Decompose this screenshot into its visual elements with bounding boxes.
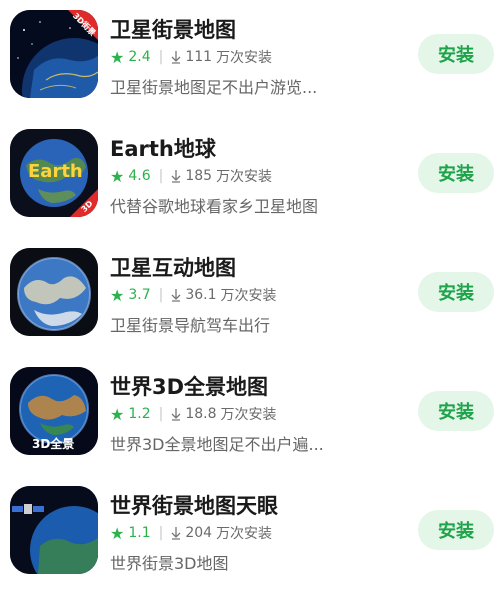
app-description: 世界街景3D地图 [110, 554, 229, 573]
install-button[interactable]: 安装 [418, 510, 494, 550]
app-meta: ★ 1.2 | 18.8 万次安装 [110, 404, 277, 424]
download-icon [171, 50, 181, 64]
downloads-unit: 万次安装 [216, 50, 273, 66]
app-downloads: 36.1 [185, 287, 217, 303]
downloads-unit: 万次安装 [220, 407, 277, 423]
app-description: 代替谷歌地球看家乡卫星地图 [110, 197, 319, 216]
star-icon: ★ [110, 166, 125, 186]
app-row[interactable]: 3D街景 卫星街景地图 ★ 2.4 | 111 万次安装 卫星街景地图足不出户游… [0, 0, 500, 118]
star-icon: ★ [110, 47, 125, 67]
app-rating: 1.1 [128, 525, 151, 541]
install-button[interactable]: 安装 [418, 391, 494, 431]
app-row[interactable]: 卫星互动地图 ★ 3.7 | 36.1 万次安装 卫星街景导航驾车出行 安装 [0, 238, 500, 356]
divider: | [158, 525, 164, 541]
app-name[interactable]: 卫星互动地图 [110, 252, 236, 282]
icon-text: Earth [28, 161, 83, 182]
app-row[interactable]: 世界街景地图天眼 ★ 1.1 | 204 万次安装 世界街景3D地图 安装 [0, 476, 500, 594]
install-button[interactable]: 安装 [418, 272, 494, 312]
earth-3d-globe-icon[interactable]: 3D全景 [10, 367, 98, 455]
download-icon [171, 169, 181, 183]
install-button[interactable]: 安装 [418, 34, 494, 74]
icon-text: 3D全景 [32, 437, 75, 451]
install-button[interactable]: 安装 [418, 153, 494, 193]
app-row[interactable]: Earth 3D Earth地球 ★ 4.6 | 185 万次安装 代替谷歌地球… [0, 119, 500, 237]
downloads-unit: 万次安装 [216, 526, 273, 542]
downloads-unit: 万次安装 [216, 169, 273, 185]
app-downloads: 111 [185, 49, 213, 65]
app-meta: ★ 4.6 | 185 万次安装 [110, 166, 272, 186]
downloads-unit: 万次安装 [220, 288, 277, 304]
earth-blue-globe-icon[interactable] [10, 248, 98, 336]
download-icon [171, 526, 181, 540]
app-rating: 3.7 [128, 287, 151, 303]
star-icon: ★ [110, 285, 125, 305]
earth-night-globe-icon[interactable]: 3D街景 [10, 10, 98, 98]
app-name[interactable]: 卫星街景地图 [110, 14, 236, 44]
app-description: 卫星街景地图足不出户游览... [110, 78, 318, 97]
app-rating: 2.4 [128, 49, 151, 65]
app-rating: 1.2 [128, 406, 151, 422]
star-icon: ★ [110, 404, 125, 424]
app-downloads: 204 [185, 525, 213, 541]
app-row[interactable]: 3D全景 世界3D全景地图 ★ 1.2 | 18.8 万次安装 世界3D全景地图… [0, 357, 500, 475]
download-icon [171, 288, 181, 302]
divider: | [158, 406, 164, 422]
app-downloads: 18.8 [185, 406, 217, 422]
earth-text-globe-icon[interactable]: Earth 3D [10, 129, 98, 217]
app-meta: ★ 1.1 | 204 万次安装 [110, 523, 272, 543]
app-description: 世界3D全景地图足不出户遍... [110, 435, 324, 454]
divider: | [158, 168, 164, 184]
app-list: 3D街景 卫星街景地图 ★ 2.4 | 111 万次安装 卫星街景地图足不出户游… [0, 0, 500, 574]
app-meta: ★ 2.4 | 111 万次安装 [110, 47, 272, 67]
satellite-earth-icon[interactable] [10, 486, 98, 574]
star-icon: ★ [110, 523, 125, 543]
divider: | [158, 287, 164, 303]
divider: | [158, 49, 164, 65]
app-description: 卫星街景导航驾车出行 [110, 316, 271, 335]
app-rating: 4.6 [128, 168, 151, 184]
app-name[interactable]: 世界3D全景地图 [110, 371, 268, 401]
app-name[interactable]: 世界街景地图天眼 [110, 490, 278, 520]
app-meta: ★ 3.7 | 36.1 万次安装 [110, 285, 277, 305]
app-downloads: 185 [185, 168, 213, 184]
download-icon [171, 407, 181, 421]
app-name[interactable]: Earth地球 [110, 133, 216, 163]
